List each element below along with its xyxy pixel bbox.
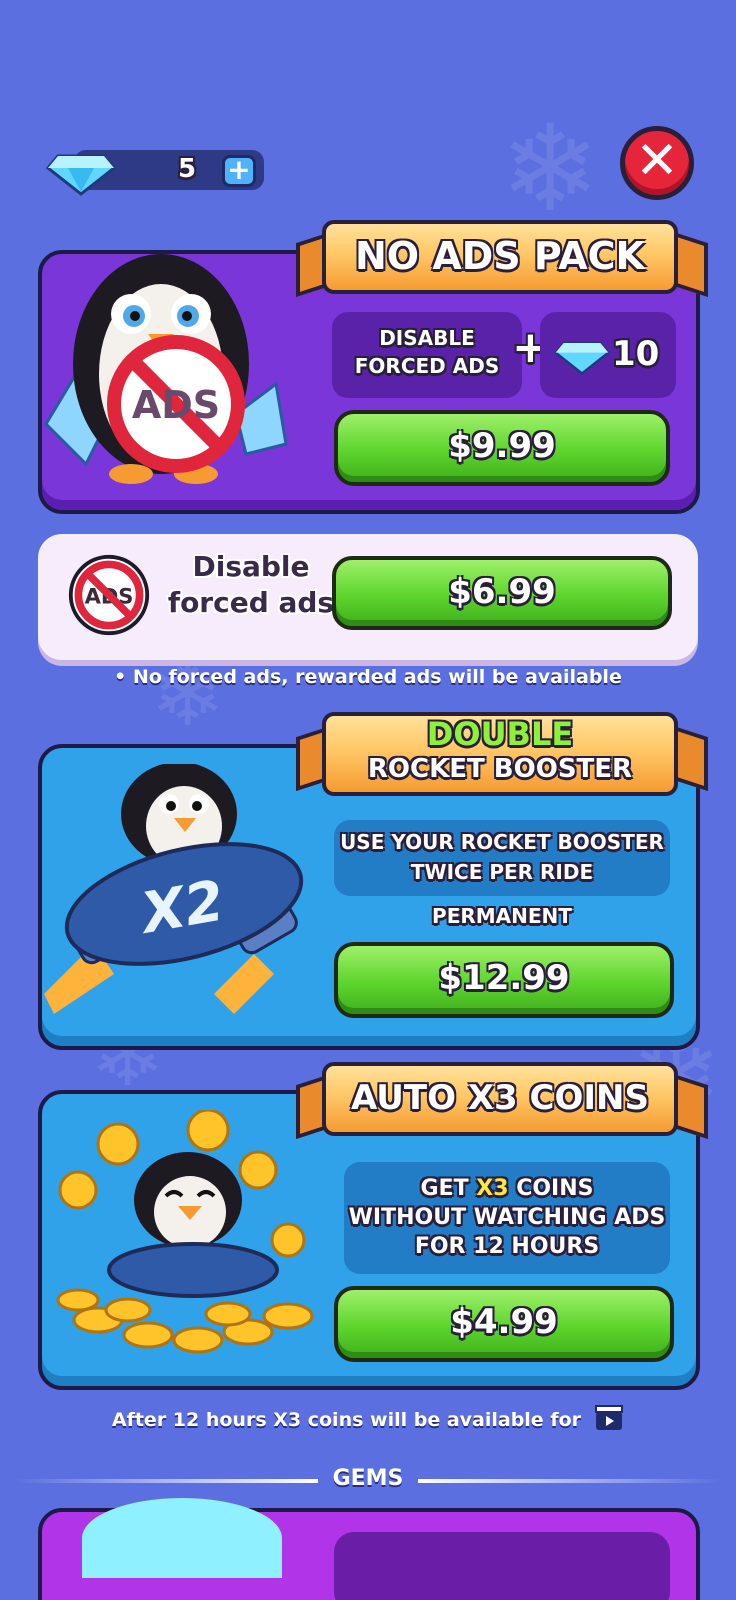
no-ads-icon: ADS — [68, 554, 150, 636]
ads-note: • No forced ads, rewarded ads will be av… — [114, 666, 622, 688]
feature-line1: DISABLE — [379, 326, 475, 350]
disable-ads-label-line2: forced ads — [167, 586, 335, 619]
penguin-rocket-illustration: X2 — [44, 764, 304, 1014]
coins-desc-line2: WITHOUT WATCHING ADS — [348, 1205, 666, 1230]
snowflake-icon: ❄ — [150, 642, 226, 747]
add-gems-button[interactable]: + — [222, 155, 256, 187]
buy-auto-coins-button[interactable]: $4.99 — [334, 1286, 674, 1362]
coins-note: After 12 hours X3 coins will be availabl… — [0, 1404, 736, 1432]
gems-divider: GEMS — [14, 1466, 722, 1496]
rocket-desc-line1: USE YOUR ROCKET BOOSTER — [340, 830, 664, 854]
coins-desc-prefix: GET — [420, 1176, 477, 1201]
penguin-no-ads-illustration: ADS — [44, 254, 288, 484]
penguin-coins-illustration — [56, 1110, 314, 1354]
rocket-desc-box: USE YOUR ROCKET BOOSTER TWICE PER RIDE — [334, 820, 670, 896]
auto-coins-title: AUTO X3 COINS — [351, 1078, 649, 1118]
coins-desc-box: GET X3 COINS WITHOUT WATCHING ADS FOR 12… — [344, 1162, 670, 1274]
divider-line-right — [418, 1479, 722, 1483]
ads-sign-text: ADS — [132, 383, 220, 427]
coins-desc-highlight: X3 — [476, 1176, 509, 1201]
coins-desc-line1: GET X3 COINS — [344, 1176, 670, 1201]
snowflake-icon: ❄ — [500, 100, 601, 239]
no-ads-pack-ribbon: NO ADS PACK — [322, 220, 678, 294]
buy-disable-ads-button[interactable]: $6.99 — [332, 556, 672, 630]
gems-section-title: GEMS — [332, 1466, 404, 1491]
coins-desc-suffix: COINS — [508, 1176, 594, 1201]
buy-double-rocket-button[interactable]: $12.99 — [334, 942, 674, 1018]
auto-coins-ribbon: AUTO X3 COINS — [322, 1062, 678, 1136]
gem-reward-box: 10 — [540, 312, 676, 398]
gem-icon — [46, 154, 116, 196]
buy-no-ads-pack-button[interactable]: $9.99 — [334, 410, 670, 486]
disable-ads-card: ADS Disable forced ads $6.99 — [38, 534, 698, 660]
feature-line2: FORCED ADS — [354, 354, 500, 378]
coins-note-text: After 12 hours X3 coins will be availabl… — [111, 1409, 582, 1431]
gem-amount: 10 — [612, 334, 660, 374]
double-rocket-ribbon: DOUBLE ROCKET BOOSTER — [322, 712, 678, 796]
gems-card — [38, 1498, 700, 1600]
feature-box: DISABLE FORCED ADS — [332, 312, 522, 398]
gem-icon — [554, 341, 610, 375]
gem-illustration — [82, 1498, 282, 1578]
coins-desc-line3: FOR 12 HOURS — [414, 1234, 600, 1259]
rocket-booster-title: ROCKET BOOSTER — [367, 754, 633, 784]
video-clapper-icon — [595, 1405, 624, 1430]
disable-ads-label-line1: Disable — [192, 550, 310, 583]
rocket-desc-line2: TWICE PER RIDE — [410, 860, 594, 884]
gems-buy-button-peek[interactable] — [334, 1532, 670, 1600]
gem-count: 5 — [178, 154, 197, 184]
gem-counter: 5 + — [46, 146, 264, 196]
double-title: DOUBLE — [426, 715, 574, 753]
permanent-label: PERMANENT — [432, 904, 572, 928]
close-button[interactable]: ✕ — [620, 126, 694, 200]
divider-line-left — [14, 1479, 318, 1483]
no-ads-pack-title: NO ADS PACK — [355, 234, 645, 278]
